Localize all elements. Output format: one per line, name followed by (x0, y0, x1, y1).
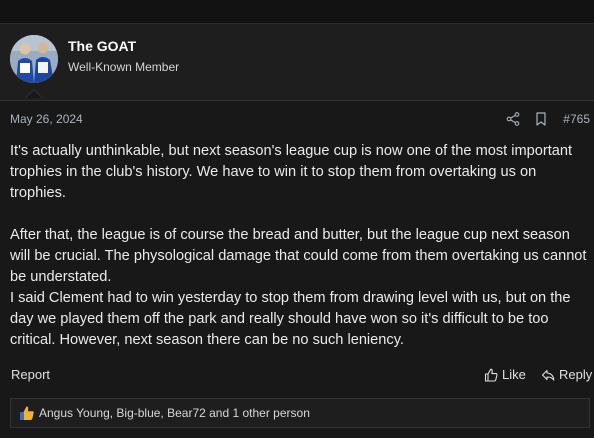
username[interactable]: The GOAT (68, 38, 136, 54)
message-arrow (26, 90, 42, 98)
thumbs-up-icon (484, 368, 498, 382)
report-link[interactable]: Report (11, 367, 50, 382)
message-actions: Report Like Reply (10, 365, 592, 385)
post-content: It's actually unthinkable, but next seas… (10, 141, 592, 351)
like-button[interactable]: Like (484, 367, 526, 382)
avatar-image (10, 35, 58, 83)
reply-icon (541, 369, 555, 381)
avatar[interactable] (10, 35, 58, 83)
post-number[interactable]: #765 (563, 112, 590, 126)
reply-label: Reply (559, 367, 593, 382)
post-paragraph: I said Clement had to win yesterday to s… (10, 290, 571, 348)
bookmark-icon[interactable] (535, 112, 547, 126)
post-paragraph: After that, the league is of course the … (10, 227, 587, 285)
post-paragraph: It's actually unthinkable, but next seas… (10, 143, 573, 201)
like-label: Like (502, 367, 526, 382)
reactions-text[interactable]: Angus Young, Big-blue, Bear72 and 1 othe… (39, 406, 310, 420)
thumbs-up-emoji-icon (20, 406, 34, 420)
reply-button[interactable]: Reply (541, 367, 592, 382)
user-title: Well-Known Member (68, 60, 180, 74)
reactions-bar[interactable]: Angus Young, Big-blue, Bear72 and 1 othe… (10, 398, 590, 428)
share-icon[interactable] (506, 112, 520, 126)
post-date[interactable]: May 26, 2024 (10, 112, 83, 126)
message-attribution: May 26, 2024 #765 (10, 111, 590, 127)
post-user-header: The GOAT Well-Known Member (0, 24, 594, 101)
top-strip (0, 0, 594, 24)
message-body: May 26, 2024 #765 It's actually unthinka… (0, 101, 594, 438)
